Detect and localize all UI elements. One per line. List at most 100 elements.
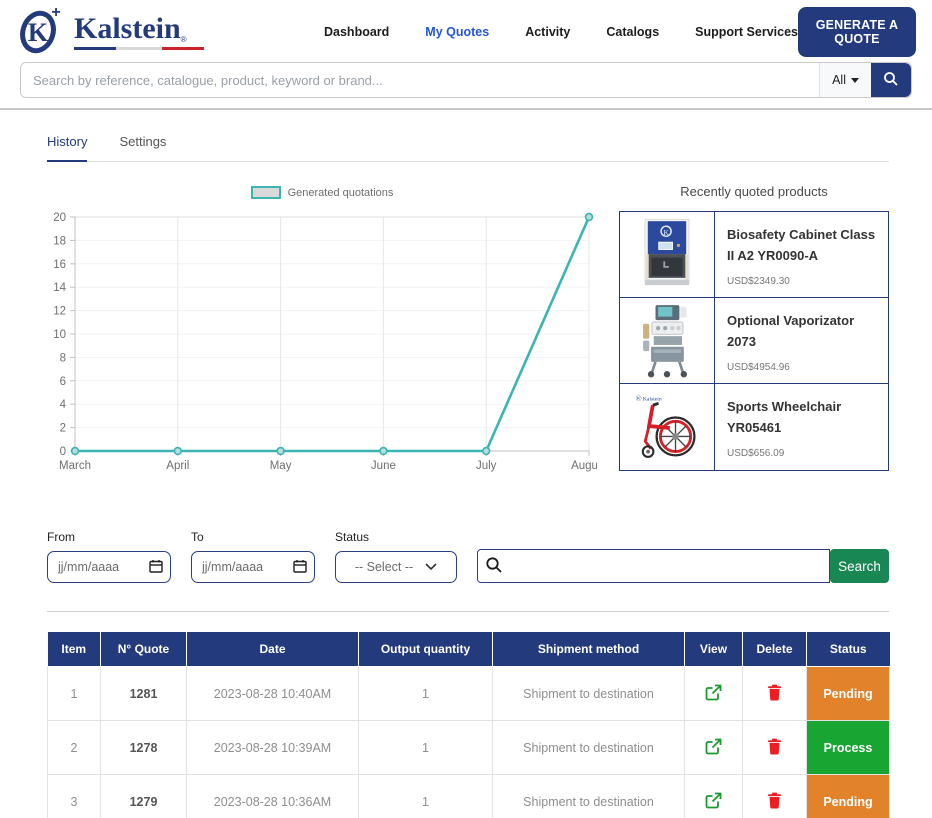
kalstein-logo-icon: K + — [14, 4, 66, 61]
svg-text:12: 12 — [53, 306, 66, 318]
cell-quote-number: 1281 — [101, 667, 187, 721]
chart-legend: Generated quotations — [47, 186, 597, 199]
table-row: 2 1278 2023-08-28 10:39AM 1 Shipment to … — [48, 721, 890, 775]
view-quote-button[interactable] — [701, 788, 726, 816]
delete-quote-button[interactable] — [763, 788, 786, 816]
main-content: Generated quotations 02468101214161820Ma… — [47, 184, 889, 490]
delete-quote-button[interactable] — [763, 734, 786, 762]
wheelchair-image: Ⓚ Kalstein — [620, 384, 715, 470]
cell-item: 1 — [48, 667, 101, 721]
cell-date: 2023-08-28 10:36AM — [187, 775, 359, 818]
svg-text:July: July — [476, 460, 497, 472]
nav-item-activity[interactable]: Activity — [525, 25, 570, 39]
nav-item-support-services[interactable]: Support Services — [695, 25, 798, 39]
svg-text:March: March — [59, 460, 91, 472]
biosafety-cabinet-image: K — [620, 212, 715, 297]
status-badge: Pending — [807, 775, 889, 818]
col-shipment-method: Shipment method — [493, 632, 685, 667]
kalstein-logo[interactable]: K + Kalstein® — [14, 4, 204, 61]
to-label: To — [191, 530, 315, 544]
table-search-input[interactable] — [477, 549, 830, 583]
cell-item: 3 — [48, 775, 101, 818]
col-output-quantity: Output quantity — [359, 632, 493, 667]
svg-text:K: K — [663, 227, 669, 236]
col-delete: Delete — [743, 632, 807, 667]
product-info: Optional Vaporizator 2073 USD$4954.96 — [715, 298, 888, 383]
header-divider — [0, 108, 932, 110]
global-search-input[interactable] — [21, 63, 819, 97]
svg-text:April: April — [166, 460, 189, 472]
svg-text:18: 18 — [53, 235, 66, 247]
cell-shipment-method: Shipment to destination — [493, 667, 685, 721]
svg-text:4: 4 — [60, 399, 67, 411]
cell-status: Pending — [807, 667, 890, 721]
product-price: USD$4954.96 — [727, 362, 876, 373]
cell-date: 2023-08-28 10:40AM — [187, 667, 359, 721]
product-name[interactable]: Biosafety Cabinet Class II A2 YR0090-A — [727, 224, 876, 267]
global-search-button[interactable] — [871, 63, 911, 97]
legend-label: Generated quotations — [288, 187, 394, 199]
svg-text:10: 10 — [53, 329, 66, 341]
cell-date: 2023-08-28 10:39AM — [187, 721, 359, 775]
svg-text:August: August — [571, 460, 597, 472]
cell-item: 2 — [48, 721, 101, 775]
tab-settings[interactable]: Settings — [119, 134, 166, 161]
history-settings-tabs: History Settings — [47, 134, 889, 162]
product-row-biosafety-cabinet[interactable]: K Biosafety Cabinet Class II A2 YR0090-A… — [620, 212, 888, 298]
product-price: USD$656.09 — [727, 448, 876, 459]
recently-quoted-panel: K Biosafety Cabinet Class II A2 YR0090-A… — [619, 211, 889, 471]
caret-down-icon — [851, 78, 859, 83]
svg-text:K: K — [28, 18, 49, 47]
product-name[interactable]: Sports Wheelchair YR05461 — [727, 396, 876, 439]
nav-item-catalogs[interactable]: Catalogs — [606, 25, 659, 39]
generate-quote-button[interactable]: GENERATE A QUOTE — [798, 7, 916, 57]
product-info: Sports Wheelchair YR05461 USD$656.09 — [715, 384, 888, 470]
cell-shipment-method: Shipment to destination — [493, 775, 685, 818]
table-row: 3 1279 2023-08-28 10:36AM 1 Shipment to … — [48, 775, 890, 818]
svg-text:6: 6 — [60, 376, 66, 388]
calendar-icon[interactable] — [293, 559, 307, 578]
status-label: Status — [335, 530, 457, 544]
chevron-down-icon — [425, 560, 437, 574]
svg-text:Ⓚ Kalstein: Ⓚ Kalstein — [636, 395, 662, 403]
view-quote-button[interactable] — [701, 680, 726, 708]
svg-text:16: 16 — [53, 259, 66, 271]
to-date-group: To — [191, 530, 315, 583]
search-scope-label: All — [832, 73, 846, 87]
col-status: Status — [807, 632, 890, 667]
registered-mark: ® — [181, 35, 187, 44]
view-quote-button[interactable] — [701, 734, 726, 762]
brand-name: Kalstein — [74, 12, 181, 45]
recently-quoted-section: Recently quoted products K — [619, 184, 889, 490]
svg-text:June: June — [371, 460, 396, 472]
vaporizator-image — [620, 298, 715, 383]
svg-text:May: May — [270, 460, 292, 472]
delete-quote-button[interactable] — [763, 680, 786, 708]
col-view: View — [685, 632, 743, 667]
cell-shipment-method: Shipment to destination — [493, 721, 685, 775]
search-scope-dropdown[interactable]: All — [819, 63, 871, 97]
nav-item-my-quotes[interactable]: My Quotes — [425, 25, 489, 39]
status-select[interactable]: -- Select -- — [335, 551, 457, 583]
cell-output-quantity: 1 — [359, 667, 493, 721]
svg-text:+: + — [51, 4, 60, 21]
table-search-button[interactable]: Search — [830, 549, 889, 583]
svg-text:20: 20 — [53, 212, 66, 224]
tab-history[interactable]: History — [47, 134, 87, 162]
nav-item-dashboard[interactable]: Dashboard — [324, 25, 389, 39]
main-nav: Dashboard My Quotes Activity Catalogs Su… — [324, 25, 798, 39]
calendar-icon[interactable] — [149, 559, 163, 578]
product-name[interactable]: Optional Vaporizator 2073 — [727, 310, 876, 353]
cell-output-quantity: 1 — [359, 721, 493, 775]
cell-quote-number: 1279 — [101, 775, 187, 818]
from-date-group: From — [47, 530, 171, 583]
product-row-wheelchair[interactable]: Ⓚ Kalstein — [620, 384, 888, 470]
product-row-vaporizator[interactable]: Optional Vaporizator 2073 USD$4954.96 — [620, 298, 888, 384]
legend-swatch — [251, 186, 281, 199]
table-header-row: Item N° Quote Date Output quantity Shipm… — [48, 632, 890, 667]
filters-divider — [47, 611, 889, 612]
table-search-group: Search — [477, 549, 889, 583]
status-badge: Process — [807, 721, 889, 774]
svg-text:14: 14 — [53, 282, 66, 294]
quotes-table: Item N° Quote Date Output quantity Shipm… — [47, 632, 890, 818]
